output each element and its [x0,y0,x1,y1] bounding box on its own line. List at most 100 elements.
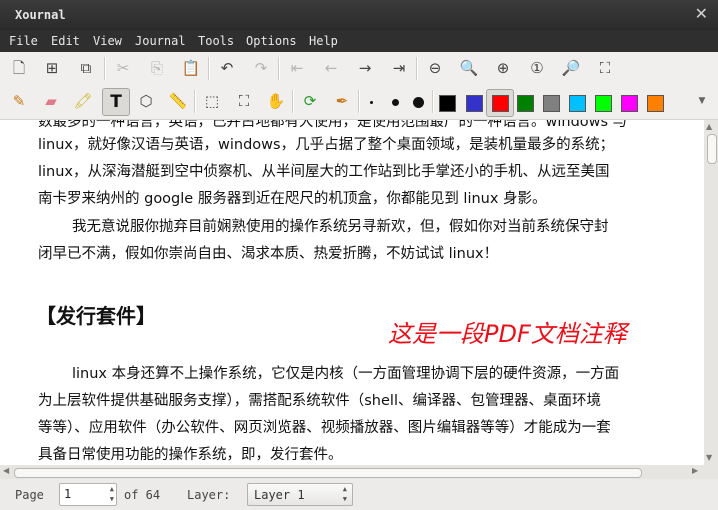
shape-recognizer-icon: ⬡ [139,91,153,110]
color-gray-swatch[interactable] [543,95,560,112]
pdf-annotation-text[interactable]: 这是一段PDF文档注释 [388,314,627,349]
status-bar: Page 1 ▲ ▼ of 64 Layer: Layer 1 ▲ ▼ [0,479,718,510]
page-label: Page [15,488,44,502]
zoom-in-button[interactable]: ⊕ [491,56,515,80]
fullscreen-icon: ⛶ [599,58,611,77]
doc-line: 为上层软件提供基础服务支撑），需搭配系统软件（shell、编译器、包管理器、桌面… [38,393,601,409]
section-heading: 【发行套件】 [36,304,156,328]
eraser-button[interactable]: ▰ [39,89,63,113]
fullscreen-button[interactable]: ⛶ [593,56,617,80]
doc-line: linux，就好像汉语与英语，windows，几乎占据了整个桌面领域，是装机量最… [38,137,615,153]
main-toolbar: 🗋 ⊞ ⧉ ✂ ⎘ 📋 ↶ ↷ ⇤ ← → ⇥ ⊖ 🔍 ⊕ ① 🔎 ⛶ [0,52,718,86]
thickness-medium-button[interactable] [392,99,399,106]
ruler-button[interactable]: 📏 [166,89,190,113]
menu-options[interactable]: Options [246,34,297,48]
highlighter-button[interactable]: 🖍 [71,89,95,113]
add-page-button[interactable]: ⊞ [40,56,64,80]
add-page-icon: ⊞ [45,58,59,77]
color-red-swatch[interactable] [492,95,509,112]
eraser-icon: ▰ [45,91,57,110]
undo-icon: ↶ [220,58,234,77]
chevron-down-icon: ▼ [342,495,347,503]
menu-journal[interactable]: Journal [135,34,186,48]
vertical-scroll-thumb[interactable] [707,134,717,164]
color-blue-swatch[interactable] [466,95,483,112]
page-number-value[interactable]: 1 [64,487,71,501]
menu-edit[interactable]: Edit [51,34,80,48]
default-tool-button[interactable]: ⟳ [298,89,322,113]
paste-button[interactable]: 📋 [179,56,203,80]
doc-line: linux，从深海潜艇到空中侦察机、从半间屋大的工作站到比手掌还小的手机、从远至… [38,164,610,180]
title-bar: Xournal ✕ [0,0,718,30]
next-page-button[interactable]: → [353,56,377,80]
copy-button[interactable]: ⎘ [145,56,169,80]
layer-select[interactable]: Layer 1 ▲ ▼ [247,483,353,506]
document-canvas[interactable]: 数最多的一种语言，英语，已并占地都有大使用，是使用范围最广的一种语言。windo… [0,120,705,465]
pen-button[interactable]: ✎ [7,89,31,113]
chevron-down-icon: ▼ [698,95,706,106]
page-number-stepper[interactable]: 1 ▲ ▼ [59,483,117,506]
last-page-button[interactable]: ⇥ [387,56,411,80]
zoom-fit-button[interactable]: 🔍 [457,56,481,80]
horizontal-scrollbar[interactable]: ◀ ▶ [0,465,718,479]
horizontal-scroll-thumb[interactable] [14,468,642,478]
scroll-left-icon[interactable]: ◀ [3,466,9,475]
doc-line: 等等）、应用软件（办公软件、网页浏览器、视频播放器、图片编辑器等等）才能成为一套 [38,420,611,436]
vertical-scrollbar[interactable]: ▲ ▼ [704,120,718,465]
cut-button[interactable]: ✂ [111,56,135,80]
color-black-swatch[interactable] [439,95,456,112]
menu-help[interactable]: Help [309,34,338,48]
scroll-down-icon[interactable]: ▼ [706,453,712,462]
zoom-out-button[interactable]: ⊖ [423,56,447,80]
hand-tool-icon: ✋ [266,91,286,110]
menu-bar: File Edit View Journal Tools Options Hel… [0,30,718,52]
color-orange-swatch[interactable] [647,95,664,112]
scroll-right-icon[interactable]: ▶ [692,466,698,475]
new-page-button[interactable]: 🗋 [7,56,31,80]
color-light-blue-swatch[interactable] [569,95,586,112]
menu-view[interactable]: View [93,34,122,48]
stepper-down-icon[interactable]: ▼ [110,495,114,503]
first-page-button[interactable]: ⇤ [285,56,309,80]
layer-label: Layer: [187,488,231,502]
undo-button[interactable]: ↶ [215,56,239,80]
redo-button[interactable]: ↷ [249,56,273,80]
last-page-icon: ⇥ [392,58,406,77]
text-tool-button[interactable]: T [102,88,130,116]
highlighter-icon: 🖍 [73,91,93,110]
color-light-green-swatch[interactable] [595,95,612,112]
default-pen-icon: ✒ [335,91,349,110]
menu-file[interactable]: File [9,34,38,48]
close-icon[interactable]: ✕ [695,5,708,23]
paste-icon: 📋 [181,58,201,77]
default-pen-button[interactable]: ✒ [330,89,354,113]
thickness-fine-button[interactable] [370,101,373,104]
menu-tools[interactable]: Tools [198,34,234,48]
previous-page-button[interactable]: ← [319,56,343,80]
window-title: Xournal [15,8,66,22]
duplicate-page-button[interactable]: ⧉ [74,56,98,80]
select-rectangle-button[interactable]: ⬚ [200,89,224,113]
color-magenta-swatch[interactable] [621,95,638,112]
zoom-in-icon: ⊕ [496,58,510,77]
scroll-up-icon[interactable]: ▲ [706,122,712,131]
zoom-100-button[interactable]: ① [525,56,549,80]
pen-icon: ✎ [12,91,26,110]
copy-icon: ⎘ [150,58,163,77]
duplicate-page-icon: ⧉ [80,58,92,77]
zoom-custom-button[interactable]: 🔎 [559,56,583,80]
select-region-button[interactable]: ⛶ [232,89,256,113]
thickness-thick-button[interactable] [413,97,424,108]
doc-line: 我无意说服你抛弃目前娴熟使用的操作系统另寻新欢，但，假如你对当前系统保守封 [72,219,609,235]
doc-line: linux 本身还算不上操作系统，它仅是内核（一方面管理协调下层的硬件资源，一方… [72,366,620,382]
tools-toolbar: ✎ ▰ 🖍 T ⬡ 📏 ⬚ ⛶ ✋ ⟳ ✒ ▼ [0,85,718,120]
shape-recognizer-button[interactable]: ⬡ [134,89,158,113]
redo-icon: ↷ [254,58,268,77]
color-green-swatch[interactable] [517,95,534,112]
previous-page-icon: ← [324,58,338,77]
select-region-icon: ⛶ [238,91,250,110]
stepper-up-icon[interactable]: ▲ [110,485,114,493]
toolbar-overflow-button[interactable]: ▼ [690,89,714,113]
zoom-fit-icon: 🔍 [459,58,479,77]
hand-tool-button[interactable]: ✋ [264,89,288,113]
